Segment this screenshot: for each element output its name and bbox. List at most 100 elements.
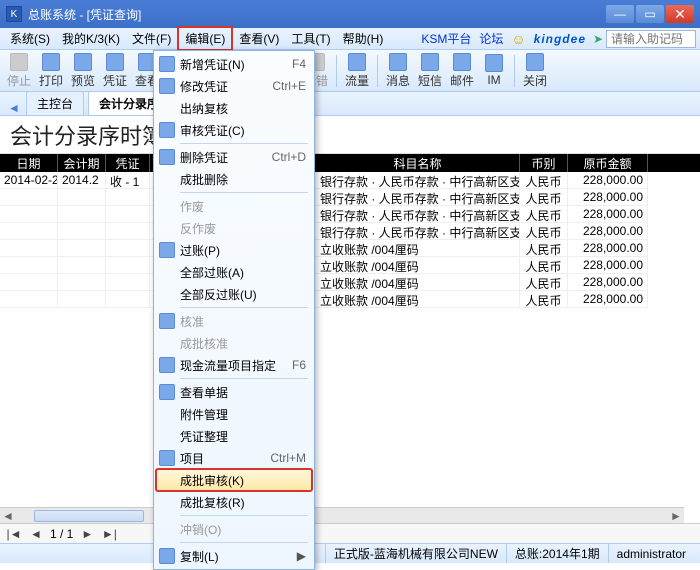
menu-item-icon [159, 384, 175, 400]
tool-icon [10, 53, 28, 71]
menu-item-项目[interactable]: 项目Ctrl+M [156, 447, 312, 469]
statusbar: 蓝海机械有限公司 正式版-蓝海机械有限公司NEW 总账:2014年1期 admi… [0, 543, 700, 563]
table-row[interactable]: 立收账款 /004厘码人民币228,000.00 [0, 291, 700, 308]
table-row[interactable]: 2014-02-252014.2收 - 1银行存款 · 人民币存款 · 中行高新… [0, 172, 700, 189]
menu-item-label: 过账(P) [180, 242, 306, 259]
tool-icon [453, 53, 471, 71]
menu-3[interactable]: 编辑(E) [177, 26, 233, 51]
menu-item-成批复核(R)[interactable]: 成批复核(R) [156, 491, 312, 513]
col-vno[interactable]: 凭证字号 [106, 154, 150, 172]
menu-6[interactable]: 帮助(H) [337, 28, 390, 49]
tab-0[interactable]: 主控台 [26, 91, 84, 115]
tool-label: 短信 [418, 72, 442, 89]
menu-item-冲销(O): 冲销(O) [156, 518, 312, 540]
table-row[interactable]: 银行存款 · 人民币存款 · 中行高新区支行人民币228,000.00 [0, 223, 700, 240]
page-indicator: 1 / 1 [50, 527, 73, 541]
menu-item-icon [159, 313, 175, 329]
menu-item-附件管理[interactable]: 附件管理 [156, 403, 312, 425]
nav-last[interactable]: ►| [101, 527, 117, 541]
table-row[interactable]: 立收账款 /004厘码人民币228,000.00 [0, 257, 700, 274]
menu-item-label: 成批复核(R) [180, 494, 306, 511]
window-maximize[interactable]: ▭ [636, 5, 664, 23]
menu-item-label: 全部过账(A) [180, 264, 306, 281]
scroll-right-arrow[interactable]: ► [668, 509, 684, 523]
menu-2[interactable]: 文件(F) [126, 28, 177, 49]
menu-1[interactable]: 我的K/3(K) [56, 28, 126, 49]
menu-item-label: 成批审核(K) [180, 472, 305, 489]
menu-item-icon [159, 242, 175, 258]
scrollbar-horizontal[interactable]: ◄ ► [0, 507, 684, 523]
app-icon: K [6, 6, 22, 22]
window-title: 总账系统 - [凭证查询] [28, 6, 606, 23]
menu-item-新增凭证(N)[interactable]: 新增凭证(N)F4 [156, 53, 312, 75]
table-row[interactable]: 立收账款 /004厘码人民币228,000.00 [0, 274, 700, 291]
tool-icon [389, 53, 407, 71]
menu-item-label: 核准 [180, 313, 306, 330]
menu-5[interactable]: 工具(T) [285, 28, 336, 49]
tab-nav-prev[interactable]: ◄ [6, 101, 22, 115]
nav-next[interactable]: ► [79, 527, 95, 541]
search-icon[interactable]: ➤ [590, 32, 606, 46]
menu-item-成批删除[interactable]: 成批删除 [156, 168, 312, 190]
table-row[interactable]: 立收账款 /004厘码人民币228,000.00 [0, 240, 700, 257]
table-row[interactable]: 银行存款 · 人民币存款 · 中行高新区支行人民币228,000.00 [0, 206, 700, 223]
tool-预览[interactable]: 预览 [68, 52, 98, 90]
menu-item-label: 审核凭证(C) [180, 122, 306, 139]
helpcode-input[interactable] [606, 30, 696, 48]
link-ksm_platform[interactable]: KSM平台 [421, 30, 471, 47]
status-user: administrator [608, 544, 694, 563]
tab-row: ◄ 主控台会计分录序时簿 [0, 92, 700, 116]
menu-item-凭证整理[interactable]: 凭证整理 [156, 425, 312, 447]
menu-item-复制(L)[interactable]: 复制(L)▶ [156, 545, 312, 567]
menu-item-label: 修改凭证 [180, 78, 272, 95]
col-amount[interactable]: 原币金额 [568, 154, 648, 172]
menu-item-全部过账(A)[interactable]: 全部过账(A) [156, 261, 312, 283]
menu-item-label: 成批删除 [180, 171, 306, 188]
menu-item-icon [159, 450, 175, 466]
tool-关闭[interactable]: 关闭 [520, 52, 550, 90]
tool-icon [106, 53, 124, 71]
tool-消息[interactable]: 消息 [383, 52, 413, 90]
menu-item-icon [159, 149, 175, 165]
tool-IM[interactable]: IM [479, 52, 509, 90]
menu-item-修改凭证[interactable]: 修改凭证Ctrl+E [156, 75, 312, 97]
menu-item-过账(P)[interactable]: 过账(P) [156, 239, 312, 261]
menu-item-accel: F6 [292, 358, 306, 372]
col-period[interactable]: 会计期间 [58, 154, 106, 172]
col-currency[interactable]: 币别 [520, 154, 568, 172]
nav-prev[interactable]: ◄ [28, 527, 44, 541]
menu-item-label: 附件管理 [180, 406, 306, 423]
menu-item-出纳复核[interactable]: 出纳复核 [156, 97, 312, 119]
menu-item-审核凭证(C)[interactable]: 审核凭证(C) [156, 119, 312, 141]
edit-menu-dropdown: 新增凭证(N)F4修改凭证Ctrl+E出纳复核审核凭证(C) 删除凭证Ctrl+D… [153, 50, 315, 570]
menu-0[interactable]: 系统(S) [4, 28, 56, 49]
window-minimize[interactable]: — [606, 5, 634, 23]
tool-icon [485, 54, 503, 72]
menu-4[interactable]: 查看(V) [233, 28, 285, 49]
status-edition: 正式版-蓝海机械有限公司NEW [325, 544, 506, 563]
nav-first[interactable]: |◄ [6, 527, 22, 541]
table-row[interactable]: 银行存款 · 人民币存款 · 中行高新区支行人民币228,000.00 [0, 189, 700, 206]
link-forum[interactable]: 论坛 [479, 30, 503, 47]
tool-短信[interactable]: 短信 [415, 52, 445, 90]
menu-item-accel: F4 [292, 57, 306, 71]
window-close[interactable]: ✕ [666, 5, 694, 23]
tool-凭证[interactable]: 凭证 [100, 52, 130, 90]
tool-label: 凭证 [103, 72, 127, 89]
scroll-thumb[interactable] [34, 510, 144, 522]
toolbar: 停止打印预览凭证查看修改删除审核复核标错流量消息短信邮件IM关闭 [0, 50, 700, 92]
menu-item-label: 全部反过账(U) [180, 286, 306, 303]
menu-item-成批审核(K)[interactable]: 成批审核(K) [156, 469, 312, 491]
tool-打印[interactable]: 打印 [36, 52, 66, 90]
menu-item-现金流量项目指定[interactable]: 现金流量项目指定F6 [156, 354, 312, 376]
scroll-left-arrow[interactable]: ◄ [0, 509, 16, 523]
tool-流量[interactable]: 流量 [342, 52, 372, 90]
menu-item-icon [159, 548, 175, 564]
menu-item-查看单据[interactable]: 查看单据 [156, 381, 312, 403]
tool-邮件[interactable]: 邮件 [447, 52, 477, 90]
menu-item-删除凭证[interactable]: 删除凭证Ctrl+D [156, 146, 312, 168]
menu-item-成批核准: 成批核准 [156, 332, 312, 354]
menu-item-icon [159, 56, 175, 72]
col-date[interactable]: 日期 [0, 154, 58, 172]
menu-item-全部反过账(U)[interactable]: 全部反过账(U) [156, 283, 312, 305]
